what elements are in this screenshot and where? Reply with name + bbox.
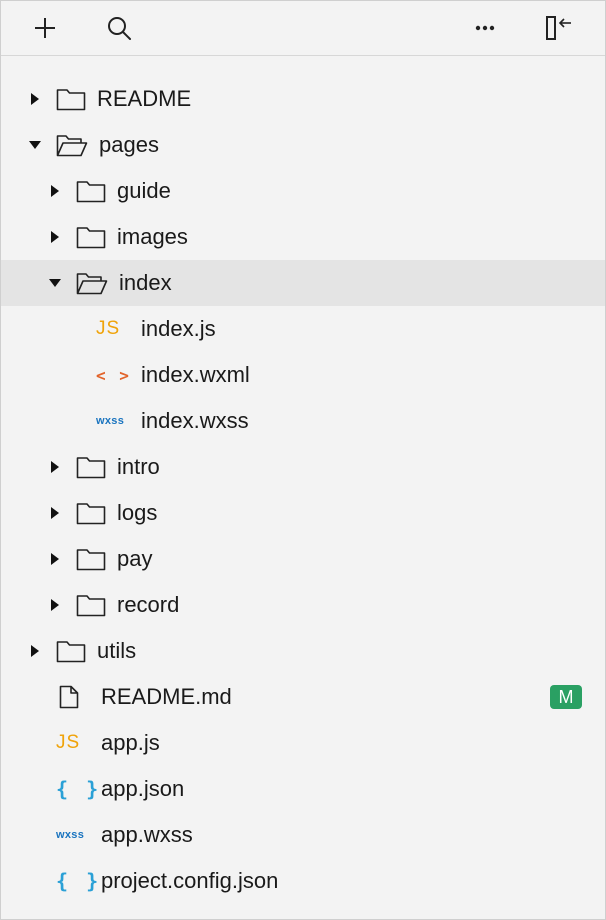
- ellipsis-icon: [475, 25, 495, 31]
- tree-item-readme-md[interactable]: README.md M: [1, 674, 605, 720]
- search-button[interactable]: [97, 1, 141, 55]
- tree-item-pay-folder[interactable]: pay: [1, 536, 605, 582]
- wxss-file-icon: wxss: [96, 415, 125, 427]
- caret-down-icon[interactable]: [47, 260, 63, 306]
- tree-item-label: record: [117, 592, 180, 617]
- document-icon: [59, 674, 79, 720]
- tree-item-intro-folder[interactable]: intro: [1, 444, 605, 490]
- caret-right-icon[interactable]: [47, 168, 63, 214]
- tree-item-label: intro: [117, 454, 160, 479]
- tree-item-label: index.wxss: [141, 408, 249, 433]
- wxss-file-icon: wxss: [56, 829, 85, 841]
- file-tree: README pages guide images index JS index…: [1, 56, 605, 904]
- tree-item-label: app.js: [101, 730, 160, 755]
- tree-item-label: project.config.json: [101, 868, 279, 893]
- folder-icon: [76, 536, 106, 582]
- json-file-icon: { }: [56, 777, 102, 801]
- folder-open-icon: [56, 122, 88, 168]
- tree-item-project-config-json[interactable]: { } project.config.json: [1, 858, 605, 904]
- tree-item-utils-folder[interactable]: utils: [1, 628, 605, 674]
- collapse-panel-button[interactable]: [537, 1, 581, 55]
- tree-item-label: app.wxss: [101, 822, 193, 847]
- wxml-file-icon: < >: [96, 365, 131, 385]
- tree-item-index-wxml[interactable]: < > index.wxml: [1, 352, 605, 398]
- folder-icon: [76, 168, 106, 214]
- js-file-icon: JS: [56, 732, 81, 753]
- tree-item-label: images: [117, 224, 188, 249]
- folder-icon: [76, 582, 106, 628]
- caret-right-icon[interactable]: [27, 76, 43, 122]
- search-icon: [108, 17, 131, 40]
- tree-item-label: index.wxml: [141, 362, 250, 387]
- tree-item-label: index.js: [141, 316, 216, 341]
- caret-right-icon[interactable]: [47, 582, 63, 628]
- caret-right-icon[interactable]: [47, 490, 63, 536]
- file-explorer-panel: README pages guide images index JS index…: [0, 0, 606, 920]
- tree-item-label: index: [119, 270, 172, 295]
- caret-right-icon[interactable]: [47, 536, 63, 582]
- caret-down-icon[interactable]: [27, 122, 43, 168]
- caret-right-icon[interactable]: [47, 214, 63, 260]
- caret-right-icon[interactable]: [47, 444, 63, 490]
- tree-item-index-js[interactable]: JS index.js: [1, 306, 605, 352]
- plus-icon: [35, 18, 55, 38]
- collapse-panel-icon: [546, 16, 571, 40]
- tree-item-pages-folder[interactable]: pages: [1, 122, 605, 168]
- folder-icon: [56, 628, 86, 674]
- explorer-toolbar: [1, 1, 605, 56]
- tree-item-label: README.md: [101, 684, 232, 709]
- tree-item-label: utils: [97, 638, 137, 663]
- tree-item-logs-folder[interactable]: logs: [1, 490, 605, 536]
- tree-item-app-wxss[interactable]: wxss app.wxss: [1, 812, 605, 858]
- tree-item-readme-folder[interactable]: README: [1, 76, 605, 122]
- tree-item-guide-folder[interactable]: guide: [1, 168, 605, 214]
- more-button[interactable]: [463, 1, 507, 55]
- tree-item-label: README: [97, 86, 192, 111]
- tree-item-index-wxss[interactable]: wxss index.wxss: [1, 398, 605, 444]
- js-file-icon: JS: [96, 318, 121, 339]
- tree-item-app-js[interactable]: JS app.js: [1, 720, 605, 766]
- add-button[interactable]: [23, 1, 67, 55]
- tree-item-label: guide: [117, 178, 171, 203]
- tree-item-label: logs: [117, 500, 158, 525]
- folder-open-icon: [76, 260, 108, 306]
- folder-icon: [76, 444, 106, 490]
- folder-icon: [76, 490, 106, 536]
- tree-item-index-folder[interactable]: index: [1, 260, 605, 306]
- tree-item-record-folder[interactable]: record: [1, 582, 605, 628]
- tree-item-app-json[interactable]: { } app.json: [1, 766, 605, 812]
- tree-item-images-folder[interactable]: images: [1, 214, 605, 260]
- folder-icon: [56, 76, 86, 122]
- tree-item-label: pages: [99, 132, 159, 157]
- caret-right-icon[interactable]: [27, 628, 43, 674]
- folder-icon: [76, 214, 106, 260]
- modified-badge: M: [550, 685, 582, 709]
- json-file-icon: { }: [56, 869, 102, 893]
- tree-item-label: app.json: [101, 776, 185, 801]
- tree-item-label: pay: [117, 546, 153, 571]
